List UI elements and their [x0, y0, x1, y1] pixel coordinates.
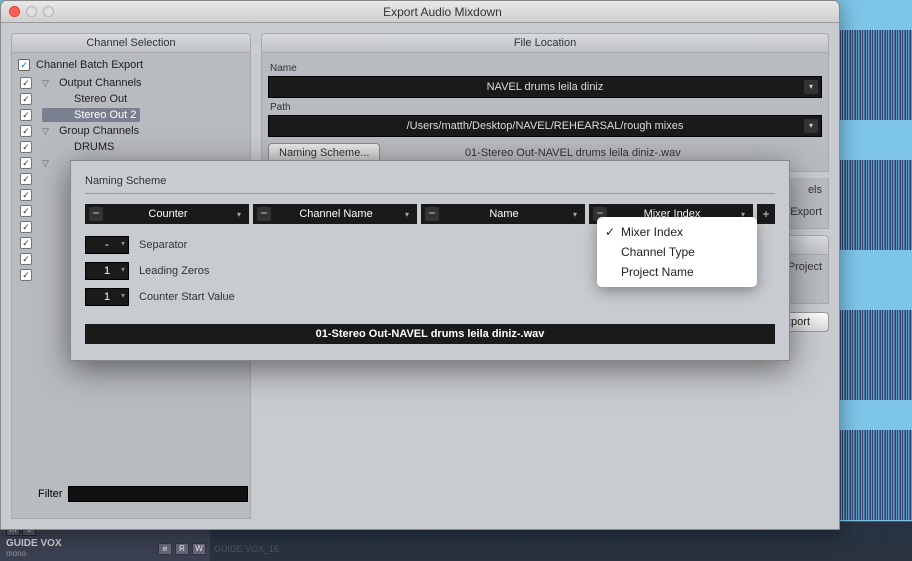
- tree-item-stereo-out-2[interactable]: Stereo Out 2: [42, 108, 140, 122]
- waveform-strip: [832, 30, 912, 120]
- dropdown-item-channel-type[interactable]: Channel Type: [597, 242, 757, 262]
- tree-checkbox[interactable]: [20, 93, 32, 105]
- filter-input[interactable]: [68, 486, 248, 502]
- minimize-icon[interactable]: [26, 6, 37, 17]
- tree-item-output-channels[interactable]: Output Channels: [55, 76, 146, 90]
- remove-icon[interactable]: −: [89, 207, 103, 221]
- separator-label: Separator: [139, 239, 187, 251]
- clip-label: GUIDE VOX_16: [214, 544, 279, 554]
- divider: [85, 193, 775, 194]
- tree-checkbox[interactable]: [20, 189, 32, 201]
- channels-label-fragment: els: [808, 184, 822, 196]
- name-value: NAVEL drums leila diniz: [487, 81, 604, 93]
- disclosure-icon[interactable]: ▽: [42, 126, 52, 137]
- naming-scheme-popup: Naming Scheme −Counter▾ −Channel Name▾ −…: [70, 160, 790, 361]
- tree-checkbox[interactable]: [20, 205, 32, 217]
- counter-start-label: Counter Start Value: [139, 291, 235, 303]
- track-edit-button[interactable]: e: [158, 543, 172, 555]
- tree-checkbox[interactable]: [20, 269, 32, 281]
- channel-batch-export-checkbox[interactable]: [18, 59, 30, 71]
- disclosure-icon[interactable]: ▽: [42, 78, 52, 89]
- path-dropdown-icon[interactable]: ▾: [804, 119, 818, 133]
- naming-preview: 01-Stereo Out-NAVEL drums leila diniz-.w…: [85, 324, 775, 344]
- filter-label: Filter: [38, 488, 62, 500]
- track-read-button[interactable]: R: [175, 543, 189, 555]
- close-icon[interactable]: [9, 6, 20, 17]
- dropdown-item-mixer-index[interactable]: Mixer Index: [597, 222, 757, 242]
- path-field[interactable]: /Users/matth/Desktop/NAVEL/REHEARSAL/rou…: [268, 115, 822, 137]
- tree-checkbox[interactable]: [20, 141, 32, 153]
- path-value: /Users/matth/Desktop/NAVEL/REHEARSAL/rou…: [407, 120, 684, 132]
- remove-icon[interactable]: −: [425, 207, 439, 221]
- waveform-strip: [832, 430, 912, 520]
- tree-item-drums[interactable]: DRUMS: [42, 140, 118, 154]
- add-element-button[interactable]: +: [757, 204, 775, 224]
- naming-col-counter[interactable]: −Counter▾: [85, 204, 249, 224]
- name-label: Name: [270, 63, 820, 74]
- chevron-down-icon[interactable]: ▾: [401, 210, 413, 219]
- chevron-down-icon[interactable]: ▾: [233, 210, 245, 219]
- naming-col-channel-name[interactable]: −Channel Name▾: [253, 204, 417, 224]
- channel-selection-header: Channel Selection: [11, 33, 251, 53]
- tree-checkbox[interactable]: [20, 173, 32, 185]
- remove-icon[interactable]: −: [257, 207, 271, 221]
- filename-preview: 01-Stereo Out-NAVEL drums leila diniz-.w…: [465, 147, 681, 159]
- leading-zeros-label: Leading Zeros: [139, 265, 209, 277]
- tree-checkbox[interactable]: [20, 125, 32, 137]
- track-write-button[interactable]: W: [192, 543, 206, 555]
- channel-batch-export-label: Channel Batch Export: [36, 59, 143, 71]
- tree-checkbox[interactable]: [20, 253, 32, 265]
- tree-checkbox[interactable]: [20, 109, 32, 121]
- dropdown-item-project-name[interactable]: Project Name: [597, 262, 757, 282]
- tree-checkbox[interactable]: [20, 77, 32, 89]
- zoom-icon[interactable]: [43, 6, 54, 17]
- name-dropdown-icon[interactable]: ▾: [804, 80, 818, 94]
- separator-input[interactable]: -: [85, 236, 129, 254]
- naming-scheme-title: Naming Scheme: [85, 175, 775, 187]
- name-field[interactable]: NAVEL drums leila diniz ▾: [268, 76, 822, 98]
- disclosure-icon[interactable]: ▽: [42, 158, 52, 169]
- waveform-strip: [832, 160, 912, 250]
- tree-checkbox[interactable]: [20, 237, 32, 249]
- tree-item-stereo-out[interactable]: Stereo Out: [42, 92, 131, 106]
- tree-item-group-channels[interactable]: Group Channels: [55, 124, 143, 138]
- tree-checkbox[interactable]: [20, 157, 32, 169]
- window-title: Export Audio Mixdown: [54, 5, 831, 19]
- leading-zeros-input[interactable]: 1: [85, 262, 129, 280]
- titlebar[interactable]: Export Audio Mixdown: [1, 1, 839, 23]
- naming-element-dropdown[interactable]: Mixer Index Channel Type Project Name: [597, 217, 757, 287]
- counter-start-input[interactable]: 1: [85, 288, 129, 306]
- file-location-header: File Location: [261, 33, 829, 53]
- waveform-strip: [832, 310, 912, 400]
- chevron-down-icon[interactable]: ▾: [569, 210, 581, 219]
- path-label: Path: [270, 102, 820, 113]
- tree-checkbox[interactable]: [20, 221, 32, 233]
- naming-col-name[interactable]: −Name▾: [421, 204, 585, 224]
